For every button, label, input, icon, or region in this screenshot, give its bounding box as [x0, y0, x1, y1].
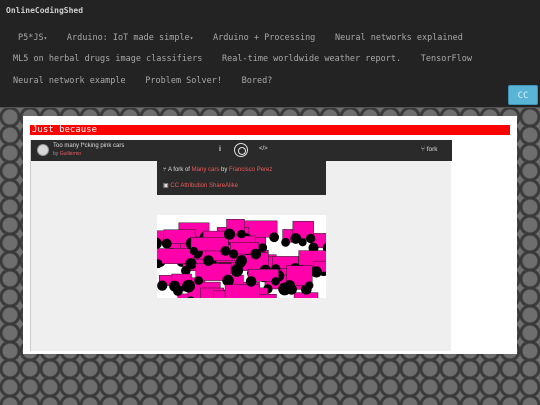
sketch-canvas-drawing	[157, 215, 326, 298]
author-avatar[interactable]	[37, 144, 49, 156]
car-wheel	[281, 237, 291, 247]
car-wheel	[290, 233, 302, 244]
embed-header: Too many f*cking pink cars by Guillermo …	[31, 140, 452, 161]
info-icon[interactable]: i	[219, 146, 221, 153]
nav-row-primary: P5*JS▾ Arduino: IoT made simple▾ Arduino…	[18, 25, 473, 43]
car-wheel	[271, 277, 280, 286]
top-navbar: OnlineCodingShed P5*JS▾ Arduino: IoT mad…	[0, 0, 540, 108]
fork-icon: ⑂	[163, 167, 167, 173]
author-link[interactable]: Guillermo	[60, 151, 81, 157]
sketch-byline: by Guillermo	[53, 151, 81, 157]
nav-item-label: P5*JS	[18, 33, 44, 43]
nav-item-arduino-processing[interactable]: Arduino + Processing	[213, 33, 315, 43]
nav-item-label: Arduino: IoT made simple	[66, 33, 190, 43]
car-wheel	[194, 276, 204, 285]
car-wheel	[220, 246, 231, 256]
fork-of-by: by	[221, 167, 228, 173]
car-wheel	[305, 233, 316, 244]
chevron-down-icon: ▾	[43, 35, 48, 42]
nav-item-bored[interactable]: Bored?	[242, 76, 273, 86]
nav-item-neural-networks[interactable]: Neural networks explained	[335, 33, 463, 43]
by-label: by	[53, 151, 59, 157]
sketch-canvas[interactable]	[157, 215, 326, 298]
content-card: Just because Too many f*cking pink cars …	[23, 116, 517, 354]
play-icon[interactable]	[234, 143, 248, 157]
car-wheel	[161, 238, 172, 249]
fork-label: fork	[426, 146, 438, 153]
fork-icon: ⑂	[421, 146, 425, 153]
sketch-embed: Too many f*cking pink cars by Guillermo …	[30, 140, 452, 351]
car-wheel	[228, 249, 239, 259]
car-wheel	[185, 258, 197, 270]
site-brand[interactable]: OnlineCodingShed	[6, 6, 83, 15]
nav-row-secondary: ML5 on herbal drugs image classifiers Re…	[13, 46, 482, 64]
fork-of-prefix: A fork of	[167, 167, 190, 173]
license-icon: ▣	[163, 183, 169, 189]
nav-item-tensorflow[interactable]: TensorFlow	[421, 54, 472, 64]
sketch-info-panel: ⑂ A fork of Many cars by Francisco Perez…	[157, 161, 326, 195]
car-wheel	[245, 276, 257, 287]
fork-of-author-link[interactable]: Francisco Perez	[229, 167, 272, 173]
nav-item-nn-example[interactable]: Neural network example	[13, 76, 126, 86]
car-wheel	[305, 281, 314, 290]
nav-row-tertiary: Neural network example Problem Solver! B…	[13, 68, 282, 86]
car-wheel	[202, 255, 214, 266]
cc-button[interactable]: CC	[508, 85, 538, 105]
fork-link[interactable]: ⑂ fork	[421, 146, 438, 153]
license-line: ▣ CC Attribution ShareAlike	[163, 182, 238, 189]
car-wheel	[237, 229, 246, 239]
car-wheel	[157, 280, 168, 291]
nav-item-arduino-iot[interactable]: Arduino: IoT made simple▾	[67, 33, 193, 43]
nav-item-ml5[interactable]: ML5 on herbal drugs image classifiers	[13, 54, 202, 64]
car-wheel	[223, 228, 236, 240]
car-wheel	[269, 232, 280, 243]
code-icon[interactable]: </>	[259, 146, 268, 152]
nav-item-weather[interactable]: Real-time worldwide weather report.	[222, 54, 401, 64]
car-wheel	[250, 248, 262, 260]
nav-item-problem-solver[interactable]: Problem Solver!	[145, 76, 222, 86]
car-wheel	[169, 280, 181, 292]
car-wheel	[284, 280, 295, 291]
car-wheel	[182, 279, 195, 293]
fork-of-sketch-link[interactable]: Many cars	[192, 167, 220, 173]
fork-info-line: ⑂ A fork of Many cars by Francisco Perez	[163, 167, 272, 173]
license-link[interactable]: CC Attribution ShareAlike	[170, 183, 238, 189]
car-wheel	[236, 255, 247, 267]
nav-item-p5js[interactable]: P5*JS▾	[18, 33, 47, 43]
section-title: Just because	[30, 125, 510, 135]
sketch-title[interactable]: Too many f*cking pink cars	[53, 143, 124, 149]
car-shape	[224, 284, 260, 298]
car-wheel	[189, 246, 199, 256]
chevron-down-icon: ▾	[189, 35, 194, 42]
